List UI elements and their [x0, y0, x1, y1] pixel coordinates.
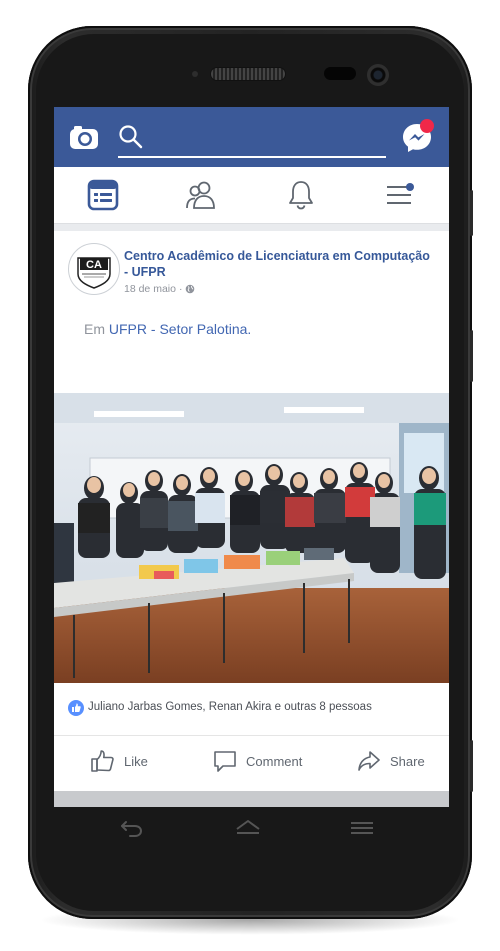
page-name[interactable]: Centro Acadêmico de Licenciatura em Comp… [124, 248, 434, 280]
separator: · [178, 283, 183, 295]
post-text: Em UFPR - Setor Palotina. [84, 321, 251, 337]
messenger-badge [420, 119, 434, 133]
news-feed-icon [87, 179, 119, 211]
front-camera [367, 64, 389, 86]
comment-button[interactable]: Comment [212, 736, 302, 786]
post-text-prefix: Em [84, 321, 109, 337]
page-logo: CA [77, 257, 111, 289]
home-icon[interactable] [234, 818, 262, 838]
share-label: Share [390, 753, 425, 769]
back-icon[interactable] [118, 818, 146, 838]
tab-news-feed[interactable] [54, 167, 152, 223]
volume-button [470, 330, 473, 382]
like-icon [91, 750, 114, 772]
tab-bar [54, 167, 449, 224]
post-date[interactable]: 18 de maio [124, 283, 176, 295]
earpiece-speaker [211, 68, 285, 80]
power-button [470, 190, 473, 236]
share-icon [358, 751, 380, 771]
comment-icon [214, 751, 236, 772]
front-sensor [324, 67, 356, 80]
post-photo[interactable] [54, 393, 449, 683]
search-icon[interactable] [118, 124, 144, 150]
reactions-bar[interactable]: Juliano Jarbas Gomes, Renan Akira e outr… [54, 683, 449, 736]
top-bar [54, 107, 449, 167]
share-button[interactable]: Share [356, 736, 425, 786]
notifications-icon [289, 181, 313, 210]
tab-menu[interactable] [350, 167, 448, 223]
avatar[interactable]: CA [68, 243, 120, 295]
recent-apps-icon[interactable] [348, 818, 376, 838]
side-button [470, 740, 473, 792]
action-bar: Like Comment Share [54, 736, 449, 786]
like-label: Like [124, 753, 148, 769]
location-link[interactable]: UFPR - Setor Palotina. [109, 321, 251, 337]
tab-friends[interactable] [152, 167, 250, 223]
menu-badge [406, 183, 414, 191]
post-meta: 18 de maio · [124, 283, 195, 295]
svg-text:CA: CA [86, 259, 102, 271]
tab-notifications[interactable] [252, 167, 350, 223]
app-screen: CA Centro Acadêmico de Licenciatura em C… [54, 107, 449, 807]
camera-icon[interactable] [68, 121, 100, 153]
friends-icon [186, 181, 215, 209]
globe-icon [186, 284, 195, 294]
search-input[interactable] [118, 156, 386, 158]
like-button[interactable]: Like [90, 736, 148, 786]
comment-label: Comment [246, 753, 303, 769]
feed-separator [54, 791, 449, 807]
reaction-summary[interactable]: Juliano Jarbas Gomes, Renan Akira e outr… [88, 701, 372, 713]
proximity-sensor [192, 71, 198, 77]
post-card: CA Centro Acadêmico de Licenciatura em C… [54, 231, 449, 791]
group-photo [54, 393, 449, 683]
like-reaction-icon [68, 700, 84, 716]
